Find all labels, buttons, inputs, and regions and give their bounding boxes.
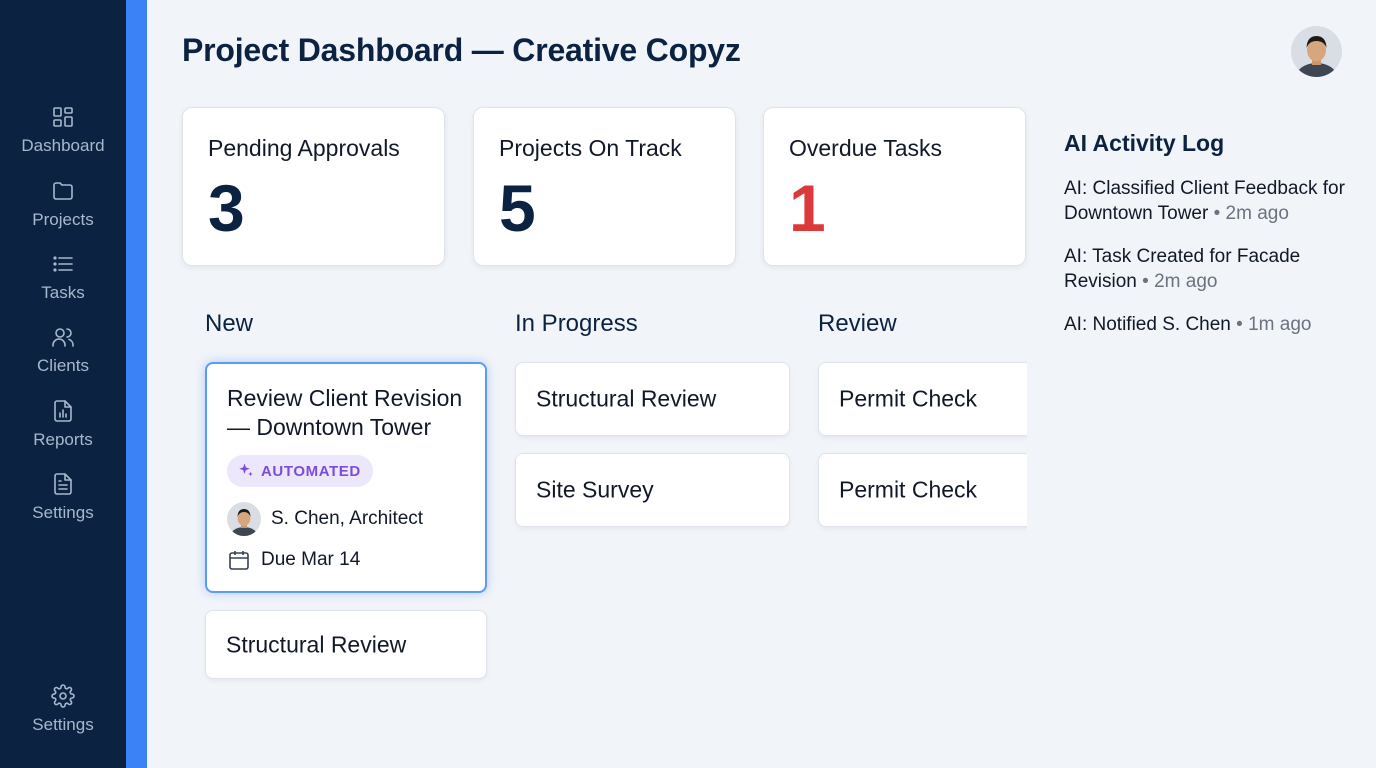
activity-log-time: • 2m ago	[1142, 271, 1218, 292]
sidebar-item-label: Reports	[33, 430, 93, 449]
sidebar-accent-bar	[126, 0, 147, 768]
sidebar-item-settings-doc[interactable]: Settings	[0, 471, 126, 523]
assignee-avatar	[227, 502, 261, 536]
sidebar-item-tasks[interactable]: Tasks	[0, 251, 126, 303]
task-card-title: Structural Review	[226, 631, 407, 657]
task-card[interactable]: Structural Review	[205, 610, 487, 679]
activity-log-title: AI Activity Log	[1064, 130, 1225, 156]
stat-card-pending-approvals[interactable]: Pending Approvals 3	[182, 107, 445, 266]
task-card-title: Permit Check	[839, 385, 978, 412]
stat-label: Projects On Track	[499, 135, 682, 161]
sidebar-item-dashboard[interactable]: Dashboard	[0, 104, 126, 156]
activity-log-text: AI: Notified S. Chen	[1064, 314, 1231, 335]
column-title-review: Review	[818, 310, 897, 337]
activity-log-time: • 2m ago	[1213, 203, 1289, 224]
sidebar-item-label: Projects	[32, 210, 94, 229]
badge-label: AUTOMATED	[261, 462, 361, 480]
report-chart-icon	[50, 398, 76, 424]
page-title: Project Dashboard — Creative Copyz	[182, 32, 741, 68]
task-card[interactable]: Structural Review	[515, 362, 790, 436]
gear-icon	[50, 683, 76, 709]
stat-label: Overdue Tasks	[789, 135, 942, 161]
task-card[interactable]: Permit Check	[818, 453, 1027, 527]
activity-log-text: AI: Classified Client Feedback for Downt…	[1064, 178, 1345, 224]
stat-value: 1	[789, 171, 826, 245]
stat-value: 5	[499, 171, 536, 245]
due-date-label: Due Mar 14	[261, 549, 361, 570]
activity-log-item: AI: Task Created for Facade Revision • 2…	[1064, 244, 1354, 294]
sidebar-item-label: Clients	[37, 356, 89, 375]
dashboard-grid-icon	[50, 104, 76, 130]
activity-log-time: • 1m ago	[1236, 314, 1312, 335]
assignee-name: S. Chen, Architect	[271, 508, 424, 529]
sidebar-item-clients[interactable]: Clients	[0, 324, 126, 376]
stat-label: Pending Approvals	[208, 135, 400, 161]
stat-card-projects-on-track[interactable]: Projects On Track 5	[473, 107, 736, 266]
folder-icon	[50, 178, 76, 204]
task-card-title: Review Client Revision — Downtown Tower	[227, 385, 463, 440]
sidebar-item-reports[interactable]: Reports	[0, 398, 126, 450]
user-avatar[interactable]	[1291, 26, 1342, 77]
list-icon	[50, 251, 76, 277]
task-due-date: Due Mar 14	[227, 548, 360, 572]
document-icon	[50, 471, 76, 497]
sidebar-item-projects[interactable]: Projects	[0, 178, 126, 230]
task-card-title: Permit Check	[839, 476, 978, 503]
task-card-title: Structural Review	[536, 385, 717, 412]
task-card-featured[interactable]: Review Client Revision — Downtown Tower …	[205, 362, 487, 593]
sidebar-item-label: Settings	[32, 503, 94, 522]
task-card[interactable]: Permit Check	[818, 362, 1027, 436]
stat-card-overdue-tasks[interactable]: Overdue Tasks 1	[763, 107, 1026, 266]
calendar-icon	[229, 551, 249, 570]
sparkle-icon	[239, 463, 253, 477]
users-icon	[50, 324, 76, 350]
activity-log-item: AI: Notified S. Chen • 1m ago	[1064, 312, 1354, 337]
sidebar-item-label: Dashboard	[21, 136, 105, 155]
column-title-new: New	[205, 310, 254, 337]
column-title-in-progress: In Progress	[515, 310, 638, 337]
task-card[interactable]: Site Survey	[515, 453, 790, 527]
stat-value: 3	[208, 171, 245, 245]
sidebar: Dashboard Projects Tasks Clients Reports…	[0, 0, 126, 768]
sidebar-item-settings[interactable]: Settings	[0, 683, 126, 735]
activity-log-item: AI: Classified Client Feedback for Downt…	[1064, 176, 1354, 226]
task-card-title: Site Survey	[536, 476, 654, 503]
sidebar-item-label: Tasks	[41, 283, 85, 302]
sidebar-item-label: Settings	[32, 715, 94, 734]
automated-badge: AUTOMATED	[227, 455, 373, 487]
task-assignee: S. Chen, Architect	[227, 502, 423, 536]
